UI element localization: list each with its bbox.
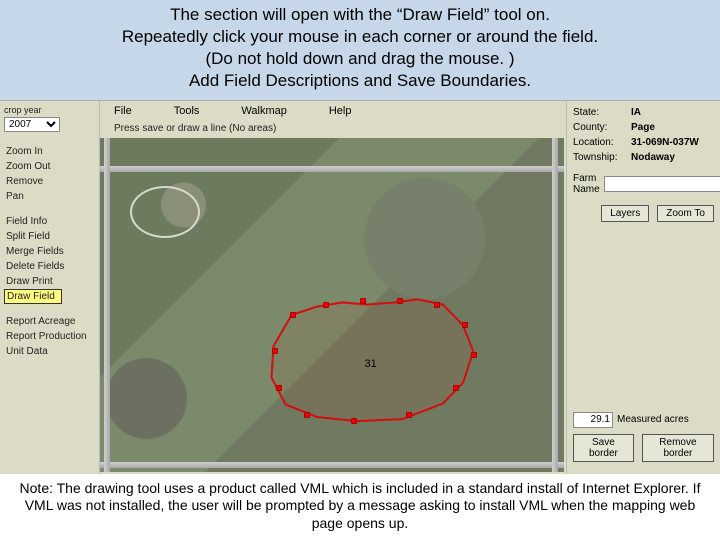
farm-name-label: Farm Name (573, 173, 600, 195)
tool-split-field[interactable]: Split Field (4, 229, 95, 244)
location-label: Location: (573, 137, 627, 148)
township-value: Nodaway (631, 152, 675, 163)
farm-name-input[interactable] (604, 176, 720, 192)
vertex-marker[interactable] (434, 302, 440, 308)
vertex-marker[interactable] (360, 298, 366, 304)
crop-year-select[interactable]: 2007 (4, 117, 60, 132)
menu-walkmap[interactable]: Walkmap (241, 105, 286, 117)
county-label: County: (573, 122, 627, 133)
left-toolbar: crop year 2007 Zoom In Zoom Out Remove P… (0, 101, 100, 473)
banner-line: (Do not hold down and drag the mouse. ) (10, 48, 710, 70)
vertex-marker[interactable] (351, 418, 357, 424)
menu-file[interactable]: File (114, 105, 132, 117)
center-pane: File Tools Walkmap Help Press save or dr… (100, 101, 566, 473)
vertex-marker[interactable] (453, 385, 459, 391)
footer-note: Note: The drawing tool uses a product ca… (0, 474, 720, 540)
tool-zoom-in[interactable]: Zoom In (4, 144, 95, 159)
vertex-marker[interactable] (290, 312, 296, 318)
instruction-banner: The section will open with the “Draw Fie… (0, 0, 720, 100)
menu-tools[interactable]: Tools (174, 105, 200, 117)
tool-pan[interactable]: Pan (4, 189, 95, 204)
vertex-marker[interactable] (471, 352, 477, 358)
tool-report-production[interactable]: Report Production (4, 329, 95, 344)
location-value: 31-069N-037W (631, 137, 699, 148)
tool-merge-fields[interactable]: Merge Fields (4, 244, 95, 259)
tool-field-info[interactable]: Field Info (4, 214, 95, 229)
save-border-button[interactable]: Save border (573, 434, 634, 462)
remove-border-button[interactable]: Remove border (642, 434, 714, 462)
banner-line: The section will open with the “Draw Fie… (10, 4, 710, 26)
drawn-field-polygon (100, 138, 564, 471)
vertex-marker[interactable] (272, 348, 278, 354)
vertex-marker[interactable] (462, 322, 468, 328)
app-frame: crop year 2007 Zoom In Zoom Out Remove P… (0, 100, 720, 473)
field-number-label: 31 (364, 358, 376, 370)
banner-line: Repeatedly click your mouse in each corn… (10, 26, 710, 48)
state-label: State: (573, 107, 627, 118)
banner-line: Add Field Descriptions and Save Boundari… (10, 70, 710, 92)
township-label: Township: (573, 152, 627, 163)
crop-year-label: crop year (4, 105, 95, 115)
vertex-marker[interactable] (397, 298, 403, 304)
tool-zoom-out[interactable]: Zoom Out (4, 159, 95, 174)
menu-help[interactable]: Help (329, 105, 352, 117)
tool-unit-data[interactable]: Unit Data (4, 344, 95, 359)
right-panel: State: IA County: Page Location: 31-069N-03… (566, 101, 720, 473)
county-value: Page (631, 122, 655, 133)
vertex-marker[interactable] (304, 412, 310, 418)
menubar: File Tools Walkmap Help (100, 101, 566, 121)
vertex-marker[interactable] (406, 412, 412, 418)
vertex-marker[interactable] (276, 385, 282, 391)
tool-draw-field[interactable]: Draw Field (4, 289, 62, 304)
layers-button[interactable]: Layers (601, 205, 649, 222)
tool-delete-fields[interactable]: Delete Fields (4, 259, 95, 274)
tool-draw-print[interactable]: Draw Print (4, 274, 95, 289)
measured-acres-label: Measured acres (617, 414, 689, 425)
tool-remove[interactable]: Remove (4, 174, 95, 189)
map-canvas[interactable]: 31 (100, 138, 564, 471)
status-hint: Press save or draw a line (No areas) (100, 121, 566, 138)
state-value: IA (631, 107, 641, 118)
tool-report-acreage[interactable]: Report Acreage (4, 314, 95, 329)
zoom-to-button[interactable]: Zoom To (657, 205, 714, 222)
measured-acres-input[interactable] (573, 412, 613, 428)
vertex-marker[interactable] (323, 302, 329, 308)
